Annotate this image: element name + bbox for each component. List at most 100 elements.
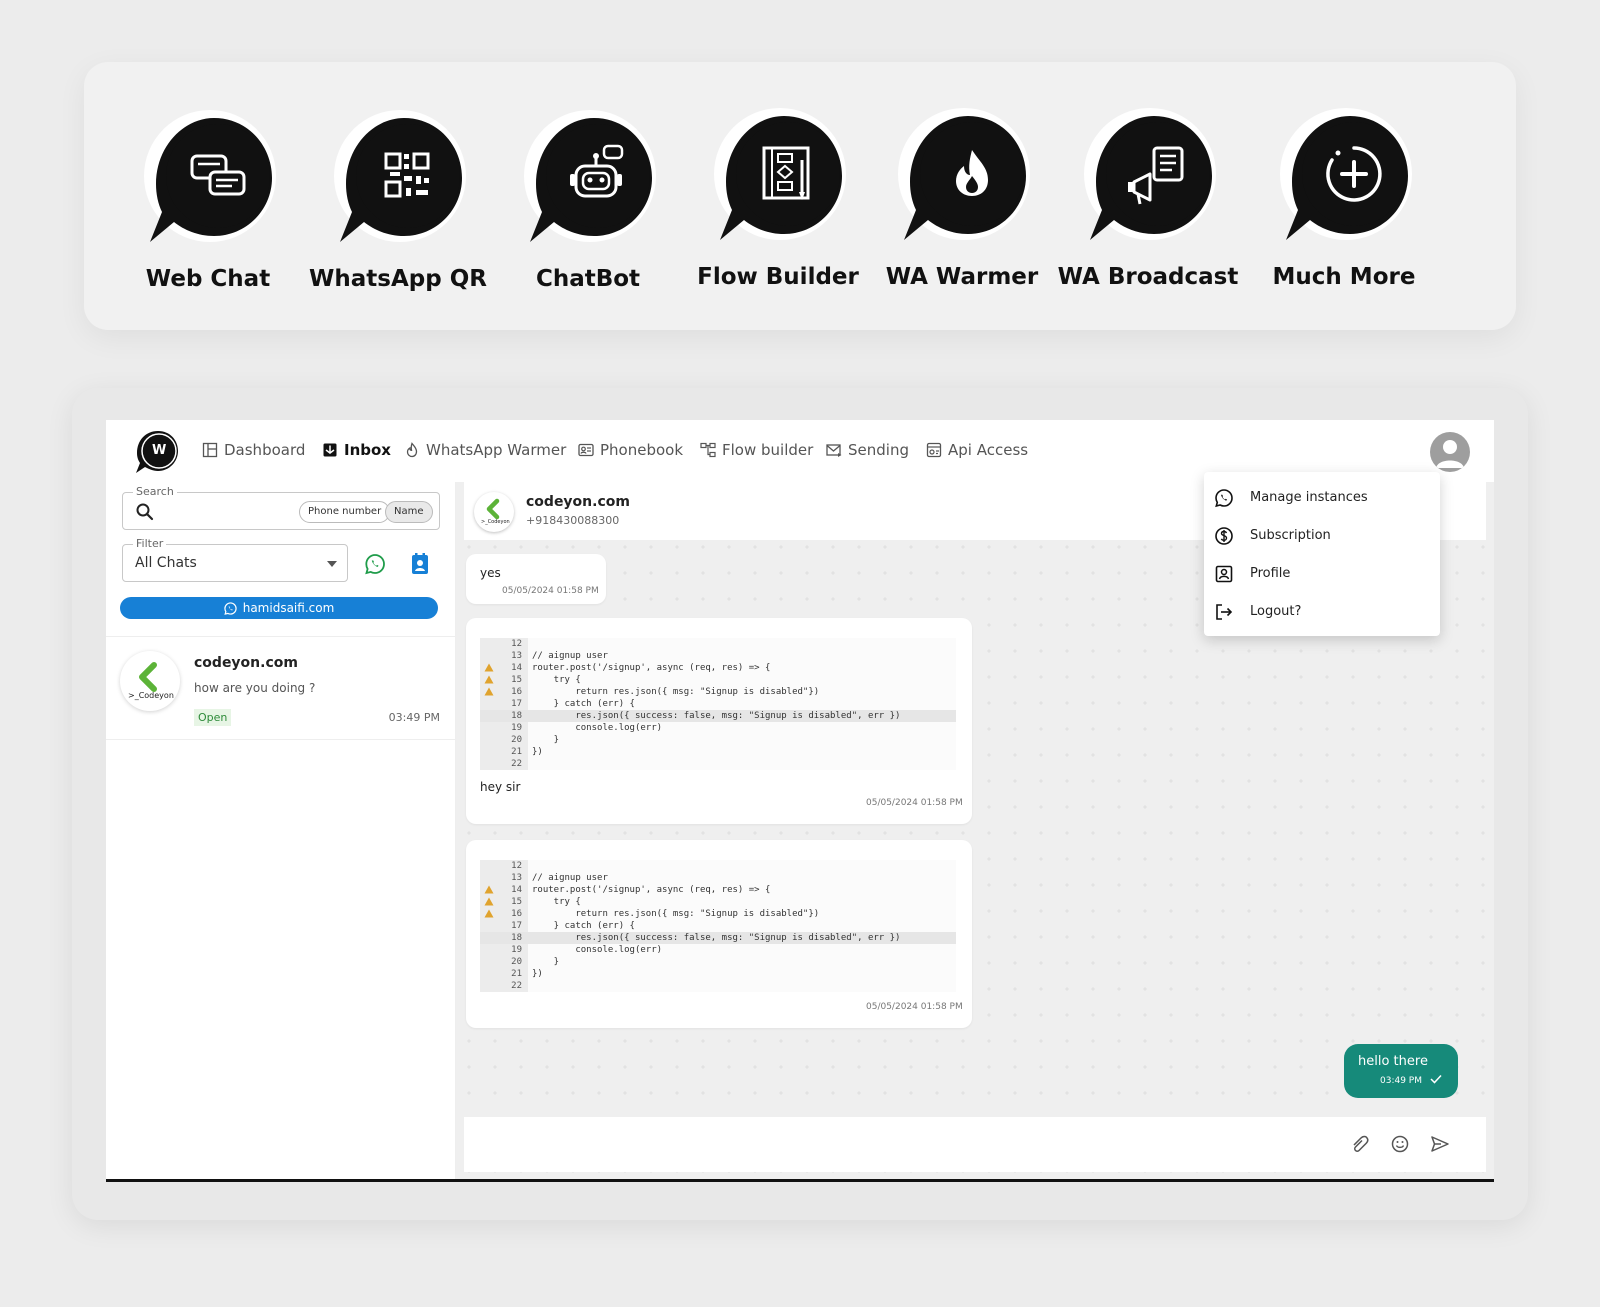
- code-text: }): [532, 747, 543, 757]
- much-more-bubble: [1272, 104, 1416, 248]
- incoming-message: yes 05/05/2024 01:58 PM: [466, 554, 606, 604]
- code-line: 15 try {: [480, 896, 956, 908]
- code-line: 12: [480, 860, 956, 872]
- code-text: res.json({ success: false, msg: "Signup …: [532, 933, 901, 943]
- line-number: 22: [511, 981, 522, 991]
- nav-api-access-label: Api Access: [948, 441, 1029, 459]
- phonebook-button[interactable]: [409, 552, 431, 576]
- code-line: 18 res.json({ success: false, msg: "Sign…: [480, 932, 956, 944]
- code-line: 13 // aignup user: [480, 650, 956, 662]
- user-icon: [1436, 440, 1464, 468]
- search-label: Search: [133, 485, 177, 498]
- code-line: 22: [480, 980, 956, 992]
- code-text: }: [532, 957, 560, 967]
- message-time: 05/05/2024 01:58 PM: [866, 1002, 963, 1012]
- warning-icon: [484, 687, 494, 696]
- line-number: 22: [511, 759, 522, 769]
- nav-inbox[interactable]: Inbox: [322, 441, 391, 459]
- chip-name[interactable]: Name: [385, 501, 433, 523]
- web-chat-bubble: [136, 106, 280, 250]
- code-text: // aignup user: [532, 651, 608, 661]
- wa-warmer-bubble: [890, 104, 1034, 248]
- user-menu: Manage instances Subscription Profile Lo…: [1204, 472, 1440, 636]
- menu-logout[interactable]: Logout?: [1204, 594, 1440, 630]
- code-text: // aignup user: [532, 873, 608, 883]
- code-text: router.post('/signup', async (req, res) …: [532, 885, 771, 895]
- menu-subscription[interactable]: Subscription: [1204, 518, 1440, 554]
- contact-avatar[interactable]: >_Codeyon: [474, 492, 514, 532]
- menu-item-label: Profile: [1250, 566, 1291, 581]
- codeyon-logo-icon: [139, 662, 157, 692]
- feature-flow-builder[interactable]: Flow Builder: [678, 104, 878, 314]
- attach-icon[interactable]: [1350, 1134, 1370, 1154]
- nav-sending[interactable]: Sending: [826, 441, 909, 459]
- contact-name: codeyon.com: [526, 494, 630, 510]
- code-line: 13 // aignup user: [480, 872, 956, 884]
- feature-label: ChatBot: [535, 266, 641, 292]
- code-line: 16 return res.json({ msg: "Signup is dis…: [480, 686, 956, 698]
- profile-card-icon: [1215, 565, 1233, 583]
- check-icon: [1430, 1074, 1442, 1084]
- app-logo[interactable]: W: [132, 427, 180, 475]
- qr-code-icon: [334, 110, 466, 242]
- line-number: 14: [511, 663, 522, 673]
- code-image: 12 13 // aignup user 14 router.post('/signup…: [480, 860, 956, 992]
- code-text: } catch (err) {: [532, 699, 635, 709]
- line-number: 13: [511, 873, 522, 883]
- feature-label: Web Chat: [145, 266, 271, 292]
- send-icon[interactable]: [1430, 1134, 1450, 1154]
- whatsapp-filter-button[interactable]: [364, 553, 386, 575]
- feature-whatsapp-qr[interactable]: WhatsApp QR: [298, 106, 498, 316]
- codeyon-logo-icon: [486, 498, 500, 520]
- nav-whatsapp-warmer[interactable]: WhatsApp Warmer: [404, 441, 566, 459]
- menu-manage-instances[interactable]: Manage instances: [1204, 480, 1440, 516]
- feature-chatbot[interactable]: ChatBot: [488, 106, 688, 316]
- chatbot-bubble: [516, 106, 660, 250]
- robot-icon: [524, 110, 656, 242]
- code-line: 17 } catch (err) {: [480, 698, 956, 710]
- code-line: 22: [480, 758, 956, 770]
- contact-phone: +918430088300: [526, 514, 620, 527]
- code-line: 17 } catch (err) {: [480, 920, 956, 932]
- nav-api-access[interactable]: Api Access: [926, 441, 1028, 459]
- line-number: 21: [511, 747, 522, 757]
- user-avatar[interactable]: [1430, 432, 1470, 472]
- nav-flow-builder[interactable]: Flow builder: [700, 441, 813, 459]
- filter-select[interactable]: Filter All Chats: [122, 537, 348, 582]
- code-line: 21}): [480, 968, 956, 980]
- code-text: return res.json({ msg: "Signup is disabl…: [532, 909, 820, 919]
- warning-icon: [484, 675, 494, 684]
- code-line: 19 console.log(err): [480, 722, 956, 734]
- line-number: 13: [511, 651, 522, 661]
- megaphone-icon: [1084, 108, 1216, 240]
- emoji-icon[interactable]: [1390, 1134, 1410, 1154]
- nav-inbox-label: Inbox: [344, 441, 391, 459]
- search-input[interactable]: Search Phone number Name: [122, 485, 440, 530]
- nav-phonebook[interactable]: Phonebook: [578, 441, 683, 459]
- feature-much-more[interactable]: Much More: [1244, 104, 1444, 314]
- feature-wa-warmer[interactable]: WA Warmer: [862, 104, 1062, 314]
- whatsapp-qr-bubble: [326, 106, 470, 250]
- nav-dashboard[interactable]: Dashboard: [202, 441, 305, 459]
- feature-label: Flow Builder: [697, 264, 859, 290]
- message-time: 05/05/2024 01:58 PM: [866, 798, 963, 808]
- wa-broadcast-bubble: [1076, 104, 1220, 248]
- feature-wa-broadcast[interactable]: WA Broadcast: [1048, 104, 1248, 314]
- code-line: 21}): [480, 746, 956, 758]
- code-line: 20 }: [480, 734, 956, 746]
- feature-web-chat[interactable]: Web Chat: [108, 106, 308, 316]
- code-line: 12: [480, 638, 956, 650]
- line-number: 17: [511, 699, 522, 709]
- flow-icon: [700, 442, 716, 458]
- message-text: hey sir: [480, 780, 521, 794]
- menu-profile[interactable]: Profile: [1204, 556, 1440, 592]
- code-text: } catch (err) {: [532, 921, 635, 931]
- instance-selector[interactable]: hamidsaifi.com: [120, 597, 438, 619]
- flowchart-icon: [714, 108, 846, 240]
- inbox-icon: [323, 443, 337, 457]
- code-text: return res.json({ msg: "Signup is disabl…: [532, 687, 820, 697]
- chat-list-item[interactable]: >_Codeyon codeyon.com how are you doing …: [106, 636, 456, 740]
- chat-time: 03:49 PM: [388, 711, 440, 724]
- contact-card-icon: [578, 443, 594, 457]
- chip-phone-number[interactable]: Phone number: [299, 501, 391, 523]
